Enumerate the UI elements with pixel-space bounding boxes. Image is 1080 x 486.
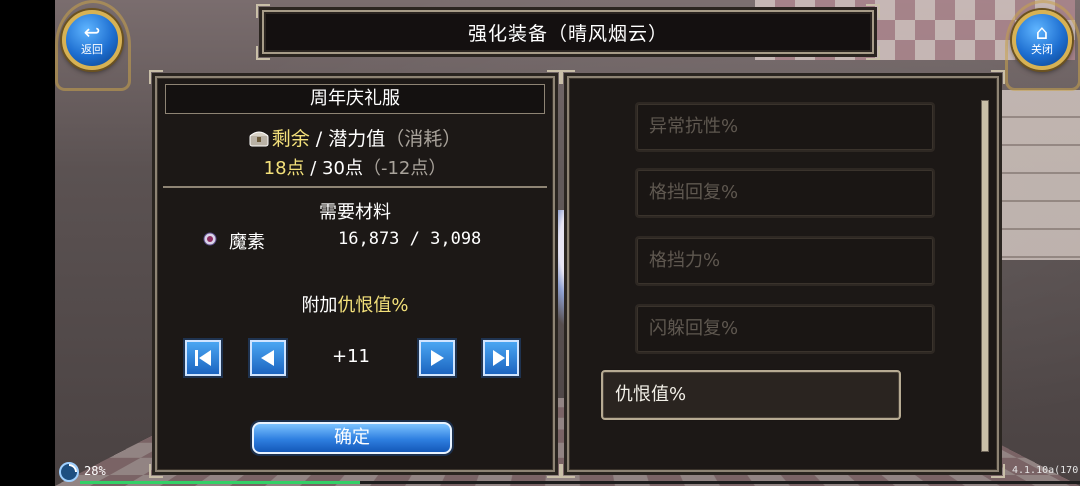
corner-ornament <box>866 4 880 18</box>
close-button-label: 关闭 <box>1031 43 1053 56</box>
triangle-left-icon <box>261 350 274 366</box>
stat-option[interactable]: 异常抗性% <box>635 102 935 152</box>
back-button[interactable]: ↩ 返回 <box>62 10 122 70</box>
loading-spinner-icon <box>59 462 79 482</box>
home-icon: ⌂ <box>1035 20 1049 44</box>
potential-label-row: 剩余 / 潜力值（消耗） <box>157 124 553 151</box>
enhance-level: +11 <box>332 346 370 367</box>
separator: / <box>309 128 329 150</box>
attach-stat-row: 附加仇恨值% <box>157 291 553 317</box>
separator: / <box>304 158 323 179</box>
remaining-value: 18点 <box>263 158 305 179</box>
attach-stat: 仇恨值% <box>337 295 409 316</box>
corner-ornament <box>991 464 1005 478</box>
enhance-panel: 周年庆礼服 剩余 / 潜力值（消耗） 18点 / 30点（-12点） 需要材料 … <box>149 70 561 478</box>
material-name: 魔素 <box>229 232 265 253</box>
first-level-button[interactable] <box>185 340 221 376</box>
divider <box>163 186 547 188</box>
total-value: 30点 <box>322 158 363 179</box>
stat-option[interactable]: 格挡回复% <box>635 168 935 218</box>
corner-ornament <box>149 70 163 84</box>
stat-option[interactable]: 闪躲回复% <box>635 304 935 354</box>
corner-ornament <box>561 464 575 478</box>
stat-option-selected[interactable]: 仇恨值% <box>601 370 901 420</box>
corner-ornament <box>991 70 1005 84</box>
magic-orb-icon <box>203 232 217 246</box>
progress-fill <box>80 481 360 484</box>
close-button[interactable]: ⌂ 关闭 <box>1012 10 1072 70</box>
triangle-right-icon <box>431 350 444 366</box>
corner-ornament <box>547 70 561 84</box>
material-amount: 16,873 / 3,098 <box>338 229 482 249</box>
return-arrow-icon: ↩ <box>83 20 101 44</box>
last-level-button[interactable] <box>483 340 519 376</box>
consume-label: （消耗） <box>385 128 462 150</box>
corner-ornament <box>149 464 163 478</box>
remaining-label: 剩余 <box>271 128 310 150</box>
corner-ornament <box>866 46 880 60</box>
skip-start-icon <box>195 350 211 366</box>
potential-label: 潜力值 <box>328 128 386 150</box>
materials-title: 需要材料 <box>319 202 391 223</box>
prev-level-button[interactable] <box>250 340 286 376</box>
stat-options-panel: 异常抗性% 格挡回复% 格挡力% 闪躲回复% 仇恨值% <box>561 70 1005 478</box>
scrollbar[interactable] <box>981 100 989 452</box>
treasure-chest-icon <box>249 131 269 147</box>
scrollbar-thumb[interactable] <box>982 101 988 451</box>
next-level-button[interactable] <box>419 340 455 376</box>
progress-bar <box>80 481 1080 484</box>
confirm-button[interactable]: 确定 <box>252 422 452 454</box>
title-bar: 强化装备（晴风烟云） <box>256 4 880 60</box>
skip-end-icon <box>493 350 509 366</box>
item-name: 周年庆礼服 <box>165 84 545 114</box>
attach-prefix: 附加 <box>301 295 338 316</box>
corner-ornament <box>256 46 270 60</box>
potential-value-row: 18点 / 30点（-12点） <box>157 154 553 180</box>
corner-ornament <box>256 4 270 18</box>
consume-value: （-12点） <box>362 158 447 179</box>
corner-ornament <box>561 70 575 84</box>
back-button-label: 返回 <box>81 43 103 56</box>
scene-cabinet <box>990 90 1080 260</box>
progress-text: 28% <box>84 464 106 478</box>
stat-option[interactable]: 格挡力% <box>635 236 935 286</box>
corner-ornament <box>547 464 561 478</box>
material-row: 魔素 16,873 / 3,098 <box>203 228 523 253</box>
version-label: 4.1.10a(170) <box>1012 465 1080 476</box>
page-title: 强化装备（晴风烟云） <box>467 22 668 45</box>
